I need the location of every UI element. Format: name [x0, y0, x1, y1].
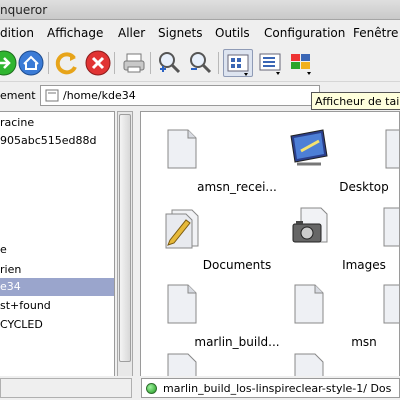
title-bar: nqueror	[0, 0, 400, 20]
desktop-folder-icon	[290, 129, 328, 166]
status-led-icon	[146, 383, 157, 394]
tree-item[interactable]: rien	[0, 261, 114, 279]
generic-file-icon	[167, 353, 197, 376]
toolbar-separator	[150, 52, 151, 74]
tree-item[interactable]: 905abc515ed88d	[0, 132, 114, 150]
status-bar: marlin_build_los-linspireclear-style-1/ …	[0, 376, 400, 400]
generic-file-icon	[167, 129, 197, 169]
file-label: amsn_recei...	[197, 180, 277, 194]
tree-item[interactable]: e	[0, 241, 114, 259]
tree-item[interactable]: st+found	[0, 297, 114, 315]
toolbar-separator	[218, 52, 219, 74]
generic-file-icon	[167, 284, 197, 324]
tree-scrollbar[interactable]	[117, 111, 133, 377]
forward-icon[interactable]	[0, 49, 18, 77]
reload-icon[interactable]	[53, 49, 81, 77]
menu-outils[interactable]: Outils	[215, 26, 250, 40]
generic-file-icon	[294, 353, 324, 376]
scrollbar-thumb[interactable]	[119, 114, 131, 362]
location-input[interactable]: /home/kde34	[40, 85, 320, 106]
location-label: ement :	[0, 89, 43, 102]
print-icon[interactable]	[120, 49, 148, 77]
home-icon[interactable]	[17, 49, 45, 77]
status-text: marlin_build_los-linspireclear-style-1/ …	[163, 382, 392, 395]
directory-tree: racine 905abc515ed88d e rien e34 st+foun…	[0, 111, 115, 377]
menu-affichage[interactable]: Affichage	[47, 26, 103, 40]
window-title: nqueror	[0, 3, 48, 17]
kom-folder-icon	[383, 207, 399, 247]
partial-file-icon	[385, 129, 399, 169]
tree-view-icon[interactable]	[287, 49, 315, 77]
documents-folder-icon	[165, 209, 199, 249]
menu-edition[interactable]: dition	[0, 26, 34, 40]
toolbar-separator	[48, 52, 49, 74]
generic-file-icon	[294, 284, 324, 324]
icon-view: amsn_recei... Desktop Documents Images k…	[140, 111, 400, 377]
images-folder-icon	[292, 207, 328, 243]
tree-item[interactable]: CYCLED	[0, 316, 114, 334]
list-view-icon[interactable]	[256, 49, 284, 77]
tree-item[interactable]: racine	[0, 114, 114, 132]
menu-configuration[interactable]: Configuration	[264, 26, 345, 40]
file-label: Desktop	[339, 180, 389, 194]
menu-signets[interactable]: Signets	[158, 26, 203, 40]
tooltip: Afficheur de taill	[311, 92, 400, 110]
tree-item-selected[interactable]: e34	[0, 278, 114, 296]
icon-view-icon[interactable]	[223, 49, 253, 77]
main-toolbar	[0, 44, 400, 82]
status-left-pane	[0, 378, 132, 398]
menu-aller[interactable]: Aller	[118, 26, 145, 40]
generic-file-icon	[383, 284, 399, 324]
file-label: marlin_build...	[194, 335, 280, 349]
file-label: M	[395, 335, 399, 349]
menu-fenetre[interactable]: Fenêtre	[353, 26, 398, 40]
menu-bar: dition Affichage Aller Signets Outils Co…	[0, 20, 400, 44]
status-right-pane: marlin_build_los-linspireclear-style-1/ …	[141, 378, 400, 398]
location-path: /home/kde34	[63, 89, 136, 102]
folder-icon	[45, 89, 59, 102]
stop-icon[interactable]	[84, 49, 112, 77]
file-label: Documents	[202, 258, 272, 272]
toolbar-separator	[114, 52, 115, 74]
zoom-in-icon[interactable]	[156, 49, 184, 77]
file-label: Images	[342, 258, 386, 272]
zoom-out-icon[interactable]	[187, 49, 215, 77]
file-label: msn	[351, 335, 377, 349]
